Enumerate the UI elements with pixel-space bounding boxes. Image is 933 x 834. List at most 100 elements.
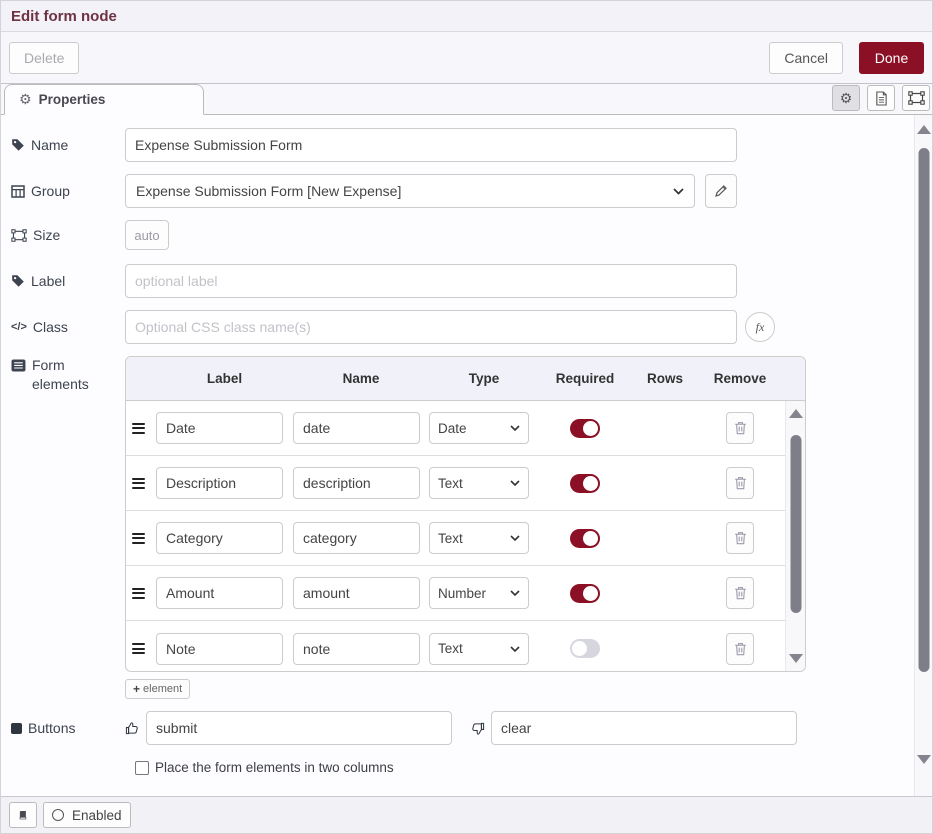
add-element-button[interactable]: + element — [125, 679, 190, 699]
edit-group-button[interactable] — [705, 174, 737, 208]
chevron-down-icon — [510, 535, 520, 541]
required-toggle[interactable] — [570, 474, 600, 493]
remove-element-button[interactable] — [726, 412, 754, 444]
element-label-input[interactable] — [156, 633, 283, 665]
drag-handle-icon[interactable] — [132, 478, 145, 489]
table-icon — [11, 185, 25, 198]
element-label-input[interactable] — [156, 412, 283, 444]
required-toggle[interactable] — [570, 419, 600, 438]
list-alt-icon — [11, 359, 26, 372]
remove-element-button[interactable] — [726, 522, 754, 554]
element-type-select[interactable]: Date — [429, 412, 529, 444]
element-name-input[interactable] — [293, 633, 420, 665]
element-name-input[interactable] — [293, 577, 420, 609]
element-type-value: Text — [438, 531, 510, 546]
name-row: Name — [11, 128, 932, 162]
size-button[interactable]: auto — [125, 220, 169, 250]
panel-scrollbar-thumb[interactable] — [918, 148, 929, 672]
chevron-down-icon — [510, 425, 520, 431]
thumbs-down-icon — [470, 711, 487, 745]
delete-button[interactable]: Delete — [9, 42, 79, 74]
header-name: Name — [293, 371, 429, 386]
element-type-select[interactable]: Number — [429, 577, 529, 609]
element-type-select[interactable]: Text — [429, 467, 529, 499]
elements-body: Date Text Text — [126, 401, 805, 671]
elements-scrollbar-thumb[interactable] — [790, 435, 801, 613]
group-select[interactable]: Expense Submission Form [New Expense] — [125, 174, 695, 208]
elements-rows: Date Text Text — [126, 401, 805, 671]
element-type-value: Text — [438, 641, 510, 656]
submit-button-input[interactable] — [146, 711, 452, 745]
dialog-title: Edit form node — [11, 8, 117, 25]
element-name-input[interactable] — [293, 522, 420, 554]
chevron-down-icon — [510, 480, 520, 486]
required-toggle[interactable] — [570, 529, 600, 548]
chevron-down-icon — [510, 590, 520, 596]
square-icon — [11, 723, 22, 734]
env-var-button[interactable]: fx — [745, 312, 775, 342]
required-toggle[interactable] — [570, 584, 600, 603]
fx-icon: fx — [756, 320, 765, 335]
tab-properties[interactable]: ⚙ Properties — [4, 84, 204, 115]
elements-scrollbar[interactable] — [785, 401, 805, 671]
element-row: Date — [126, 401, 805, 456]
label-input[interactable] — [125, 264, 737, 298]
drag-handle-icon[interactable] — [132, 643, 145, 654]
trash-icon — [734, 476, 747, 490]
name-label: Name — [11, 128, 125, 162]
scroll-down-icon[interactable] — [789, 654, 803, 663]
class-input[interactable] — [125, 310, 737, 344]
size-label: Size — [11, 220, 125, 250]
done-button[interactable]: Done — [859, 42, 924, 74]
gear-icon: ⚙ — [840, 90, 853, 107]
scroll-down-icon[interactable] — [917, 755, 931, 764]
dialog-titlebar: Edit form node — [1, 1, 932, 32]
remove-element-button[interactable] — [726, 467, 754, 499]
form-elements-row: Form elements Label Name Type Required R… — [11, 356, 932, 672]
remove-element-button[interactable] — [726, 633, 754, 665]
element-name-input[interactable] — [293, 467, 420, 499]
enabled-toggle-button[interactable]: Enabled — [43, 802, 131, 828]
elements-table-header: Label Name Type Required Rows Remove — [126, 357, 805, 401]
gear-icon: ⚙ — [19, 91, 32, 108]
element-type-select[interactable]: Text — [429, 633, 529, 665]
panel-scrollbar[interactable] — [914, 115, 932, 796]
drag-handle-icon[interactable] — [132, 588, 145, 599]
properties-panel: Name Group Expense Submission Form [New … — [1, 115, 932, 796]
drag-handle-icon[interactable] — [132, 423, 145, 434]
header-remove: Remove — [699, 371, 781, 386]
class-row: </> Class fx — [11, 310, 932, 344]
thumbs-up-icon — [125, 711, 142, 745]
element-type-select[interactable]: Text — [429, 522, 529, 554]
tag-icon — [11, 274, 25, 288]
name-input[interactable] — [125, 128, 737, 162]
scroll-up-icon[interactable] — [789, 409, 803, 418]
chevron-down-icon — [673, 188, 684, 195]
chevron-down-icon — [510, 646, 520, 652]
label-label: Label — [11, 264, 125, 298]
element-name-input[interactable] — [293, 412, 420, 444]
appearance-mode-button[interactable] — [902, 85, 930, 111]
two-columns-label: Place the form elements in two columns — [155, 760, 394, 775]
tag-icon — [11, 138, 25, 152]
element-label-input[interactable] — [156, 577, 283, 609]
buttons-label: Buttons — [11, 711, 125, 745]
element-label-input[interactable] — [156, 522, 283, 554]
header-rows: Rows — [631, 371, 699, 386]
docs-button[interactable] — [9, 802, 37, 828]
dialog-footer: Enabled — [1, 796, 932, 833]
enabled-label: Enabled — [72, 808, 122, 823]
cancel-button[interactable]: Cancel — [769, 42, 843, 74]
clear-button-input[interactable] — [491, 711, 797, 745]
size-row: Size auto — [11, 220, 932, 250]
dialog-toolbar: Delete Cancel Done — [1, 32, 932, 84]
two-columns-checkbox[interactable] — [135, 761, 149, 775]
required-toggle[interactable] — [570, 639, 600, 658]
element-label-input[interactable] — [156, 467, 283, 499]
description-mode-button[interactable] — [867, 85, 895, 111]
drag-handle-icon[interactable] — [132, 533, 145, 544]
properties-mode-button[interactable]: ⚙ — [832, 85, 860, 111]
scroll-up-icon[interactable] — [917, 125, 931, 134]
header-required: Required — [539, 371, 631, 386]
remove-element-button[interactable] — [726, 577, 754, 609]
